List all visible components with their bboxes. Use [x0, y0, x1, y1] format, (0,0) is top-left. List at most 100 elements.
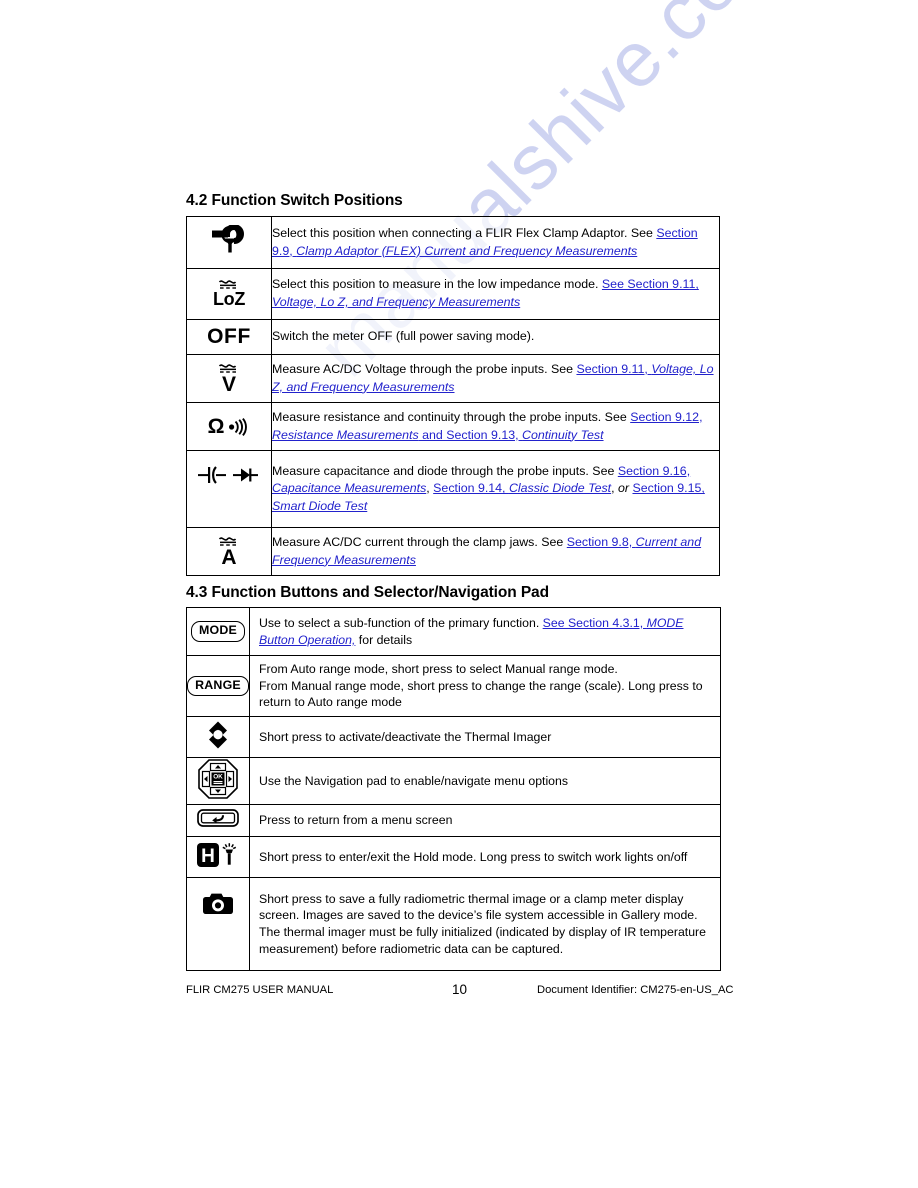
desc-text: Measure resistance and continuity throug…	[272, 410, 703, 442]
table-row: V Measure AC/DC Voltage through the prob…	[186, 354, 720, 403]
switch-icon-off: OFF	[186, 319, 272, 355]
button-desc-navigation-pad: Use the Navigation pad to enable/navigat…	[249, 757, 721, 806]
button-icon-mode: MODE	[186, 607, 250, 656]
desc-run: Switch the meter OFF (full power saving …	[272, 329, 535, 344]
switch-desc-capacitance-diode: Measure capacitance and diode through th…	[271, 450, 720, 528]
table-row: MODE Use to select a sub-function of the…	[186, 607, 721, 656]
function-switch-positions-table: Select this position when connecting a F…	[186, 216, 720, 576]
desc-run[interactable]: Smart Diode Test	[272, 499, 367, 513]
desc-run: Short press to save a fully radiometric …	[259, 891, 706, 956]
switch-desc-loz: Select this position to measure in the l…	[271, 268, 720, 320]
button-icon-navigation-pad: OK	[186, 757, 250, 806]
mode-button-icon: MODE	[191, 621, 245, 642]
switch-desc-voltage: Measure AC/DC Voltage through the probe …	[271, 354, 720, 403]
desc-run[interactable]: Section 9.14,	[433, 481, 509, 495]
table-row: Short press to save a fully radiometric …	[186, 877, 721, 972]
table-row: RANGE From Auto range mode, short press …	[186, 654, 721, 718]
desc-run: Short press to enter/exit the Hold mode.…	[259, 849, 688, 864]
desc-run[interactable]: See Section 4.3.1,	[543, 616, 647, 630]
desc-run: From Auto range mode, short press to sel…	[259, 662, 618, 676]
footer-document-identifier: Document Identifier: CM275-en-US_AC	[537, 984, 734, 996]
switch-icon-capacitance-diode	[186, 450, 272, 528]
desc-run[interactable]: Section 9.16,	[618, 464, 690, 478]
desc-text: Short press to activate/deactivate the T…	[259, 730, 551, 744]
acdc-current-icon: A	[218, 535, 240, 568]
table-row: Measure capacitance and diode through th…	[186, 450, 720, 528]
ohm-label: Ω	[207, 415, 225, 438]
desc-run[interactable]: Clamp Adaptor (FLEX) Current and Frequen…	[296, 244, 637, 258]
button-desc-camera: Short press to save a fully radiometric …	[249, 877, 721, 972]
switch-desc-off: Switch the meter OFF (full power saving …	[271, 319, 720, 355]
desc-run[interactable]: Voltage, Lo Z, and Frequency Measurement…	[272, 295, 520, 309]
desc-run[interactable]: Section 9.15,	[632, 481, 704, 495]
switch-icon-ohm-continuity: Ω	[186, 402, 272, 451]
footer-manual-title: FLIR CM275 USER MANUAL	[186, 984, 334, 996]
button-desc-range: From Auto range mode, short press to sel…	[249, 654, 721, 718]
voltage-label: V	[221, 372, 236, 396]
table-row: OK Use the Navigation pad to enable/navi…	[186, 757, 721, 806]
desc-text: Use the Navigation pad to enable/navigat…	[259, 774, 568, 788]
button-icon-camera	[186, 877, 250, 972]
button-icon-range: RANGE	[186, 654, 250, 718]
range-button-icon: RANGE	[187, 676, 249, 697]
desc-run[interactable]: and Section 9.13,	[419, 428, 522, 442]
switch-desc-current: Measure AC/DC current through the clamp …	[271, 527, 720, 576]
table-row: Ω Measure resistance and continuity thro…	[186, 402, 720, 451]
return-back-button-icon	[197, 808, 239, 833]
desc-text: From Auto range mode, short press to sel…	[259, 662, 703, 709]
thermal-imager-diamond-icon	[207, 721, 229, 754]
navigation-pad-icon: OK	[198, 758, 238, 804]
desc-run: Short press to activate/deactivate the T…	[259, 729, 552, 744]
desc-text: Measure AC/DC current through the clamp …	[272, 535, 701, 567]
desc-run: Select this position to measure in the l…	[272, 277, 602, 292]
desc-run: Measure AC/DC Voltage through the probe …	[272, 361, 577, 376]
desc-run[interactable]: Capacitance Measurements	[272, 481, 426, 495]
document-page: manualshive.com 4.2 Function Switch Posi…	[0, 0, 918, 1188]
desc-run: From Manual range mode, short press to c…	[259, 678, 703, 710]
switch-icon-current: A	[186, 527, 272, 576]
table-row: H Short press to enter/exit the Hold mod…	[186, 836, 721, 879]
switch-icon-flex-clamp	[186, 216, 272, 269]
desc-run[interactable]: See Section 9.11,	[602, 277, 699, 291]
switch-icon-voltage: V	[186, 354, 272, 403]
off-icon: OFF	[207, 325, 251, 348]
ohm-continuity-icon: Ω	[187, 416, 271, 437]
loz-label: LoZ	[212, 289, 246, 309]
desc-text: Measure AC/DC Voltage through the probe …	[272, 362, 714, 394]
section-heading-4-3: 4.3 Function Buttons and Selector/Naviga…	[186, 584, 549, 601]
desc-run[interactable]: Section 9.11,	[576, 362, 651, 376]
button-desc-return: Press to return from a menu screen	[249, 804, 721, 838]
table-row: OFF Switch the meter OFF (full power sav…	[186, 319, 720, 355]
desc-text: Measure capacitance and diode through th…	[272, 464, 705, 513]
table-row: Short press to activate/deactivate the T…	[186, 716, 721, 759]
button-desc-mode: Use to select a sub-function of the prim…	[249, 607, 721, 656]
desc-run[interactable]: Continuity Test	[522, 428, 604, 442]
desc-text: Short press to save a fully radiometric …	[259, 892, 706, 956]
desc-run[interactable]: Section 9.12,	[630, 410, 702, 424]
desc-run: for details	[355, 632, 413, 647]
svg-text:OK: OK	[213, 773, 223, 780]
flex-clamp-adaptor-icon	[209, 224, 249, 255]
function-buttons-table: MODE Use to select a sub-function of the…	[186, 607, 721, 972]
desc-text: Switch the meter OFF (full power saving …	[272, 329, 534, 343]
switch-desc-ohm-continuity: Measure resistance and continuity throug…	[271, 402, 720, 451]
desc-run: Select this position when connecting a F…	[272, 225, 657, 240]
desc-run[interactable]: Resistance Measurements	[272, 428, 419, 442]
switch-icon-loz: LoZ	[186, 268, 272, 320]
table-row: LoZ Select this position to measure in t…	[186, 268, 720, 320]
desc-text: Use to select a sub-function of the prim…	[259, 616, 683, 647]
camera-icon	[202, 892, 234, 921]
continuity-sound-icon	[229, 417, 248, 436]
desc-text: Select this position to measure in the l…	[272, 277, 699, 309]
button-icon-return	[186, 804, 250, 838]
button-desc-thermal-imager: Short press to activate/deactivate the T…	[249, 716, 721, 759]
desc-run: Use to select a sub-function of the prim…	[259, 615, 543, 630]
desc-run: Measure capacitance and diode through th…	[272, 463, 618, 478]
desc-run[interactable]: Section 9.8,	[567, 535, 636, 549]
desc-run[interactable]: Classic Diode Test	[509, 481, 611, 495]
button-icon-hold-worklight: H	[186, 836, 250, 879]
section-heading-4-2: 4.2 Function Switch Positions	[186, 192, 403, 209]
desc-text: Short press to enter/exit the Hold mode.…	[259, 850, 687, 864]
acdc-voltage-icon: V	[218, 362, 240, 395]
hold-worklight-icon: H	[196, 841, 240, 874]
